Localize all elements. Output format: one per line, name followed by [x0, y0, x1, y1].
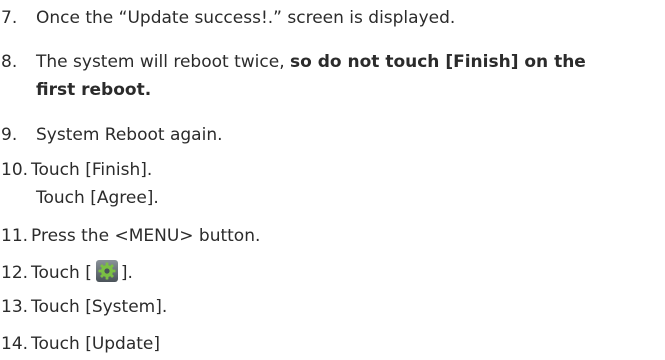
step-12: 12. Touch [ ]. — [0, 260, 133, 284]
step-8: 8. The system will reboot twice, so do no… — [0, 51, 586, 73]
step-8-continuation: first reboot. — [36, 80, 152, 100]
step-number: 8. — [1, 52, 18, 72]
settings-gear-icon — [95, 260, 118, 282]
step-text: Touch [System]. — [31, 297, 168, 317]
step-text: System Reboot again. — [36, 125, 223, 145]
step-10: 10. Touch [Finish]. — [0, 159, 152, 181]
step-text: Touch [Finish]. — [31, 160, 153, 180]
step-number: 14. — [1, 334, 29, 354]
step-number: 9. — [1, 125, 18, 145]
step-7: 7. Once the “Update success!.” screen is … — [0, 7, 455, 29]
step-11: 11. Press the <MENU> button. — [0, 225, 260, 247]
step-text: Once the “Update success!.” screen is di… — [36, 8, 456, 28]
step-text: The system will reboot twice, — [36, 52, 291, 72]
step-text: Touch [Update] — [31, 334, 161, 354]
step-number: 13. — [1, 297, 29, 317]
step-number: 11. — [1, 226, 29, 246]
step-14: 14. Touch [Update] — [0, 333, 160, 355]
step-text-end: ]. — [120, 263, 133, 283]
step-number: 7. — [1, 8, 18, 28]
step-number: 10. — [1, 160, 29, 180]
step-bold-text: so do not touch [Finish] on the — [290, 52, 586, 72]
step-text: Press the <MENU> button. — [31, 226, 261, 246]
step-10-continuation: Touch [Agree]. — [36, 188, 159, 208]
step-number: 12. — [1, 263, 29, 283]
step-text: Touch [ — [31, 263, 92, 283]
step-9: 9. System Reboot again. — [0, 124, 223, 146]
step-13: 13. Touch [System]. — [0, 296, 167, 318]
